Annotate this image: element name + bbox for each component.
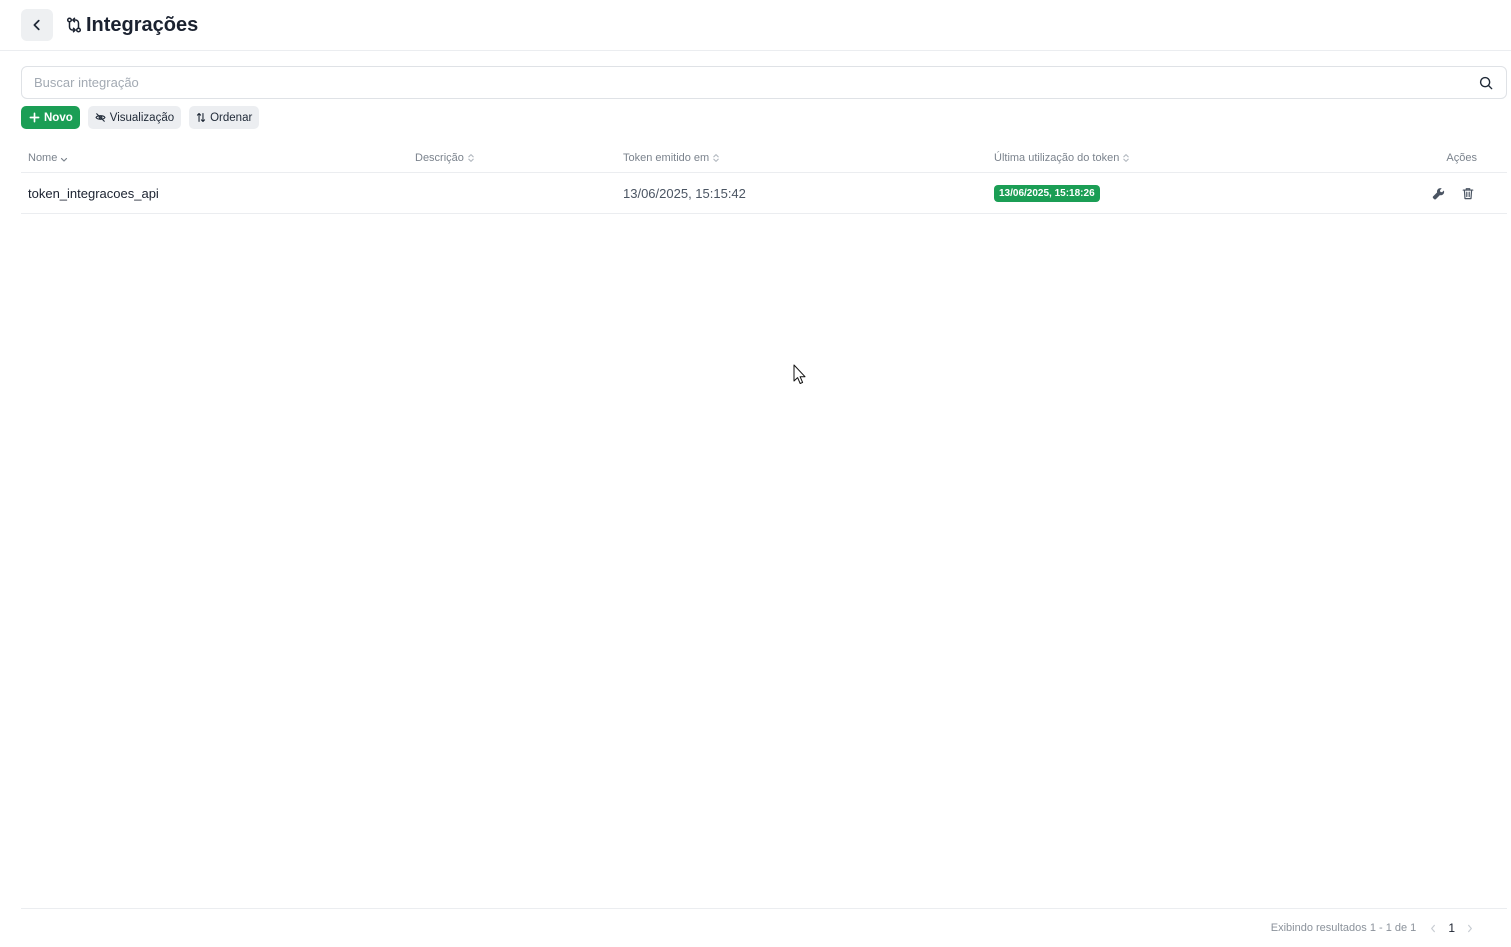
- sort-button-label: Ordenar: [210, 111, 253, 124]
- column-label-issued: Token emitido em: [623, 152, 710, 164]
- pagination: Exibindo resultados 1 - 1 de 1 1: [1271, 921, 1477, 935]
- mouse-cursor: [793, 364, 807, 390]
- sort-both-icon: [1122, 153, 1130, 163]
- cell-last-used: 13/06/2025, 15:18:26: [994, 173, 1100, 214]
- column-header-description[interactable]: Descrição: [415, 152, 475, 164]
- new-button-label: Novo: [44, 111, 73, 124]
- trash-icon: [1462, 188, 1474, 200]
- wrench-icon: [1432, 188, 1444, 200]
- sort-arrows-icon: [196, 112, 206, 123]
- chevron-right-icon: [1468, 924, 1472, 932]
- edit-key-button[interactable]: [1427, 183, 1449, 205]
- back-button[interactable]: [21, 9, 53, 41]
- search-icon: [1479, 76, 1493, 89]
- column-header-issued[interactable]: Token emitido em: [623, 152, 720, 164]
- view-button-label: Visualização: [109, 111, 175, 124]
- search-button[interactable]: [1466, 67, 1506, 98]
- table-footer: Exibindo resultados 1 - 1 de 1 1: [21, 908, 1507, 947]
- last-used-badge: 13/06/2025, 15:18:26: [994, 185, 1100, 202]
- prev-page-button[interactable]: [1426, 924, 1440, 933]
- table-row[interactable]: token_integracoes_api 13/06/2025, 15:15:…: [21, 173, 1507, 214]
- page-header: Integrações: [0, 0, 1511, 51]
- search-input[interactable]: [22, 67, 1466, 98]
- delete-button[interactable]: [1457, 183, 1479, 205]
- toolbar: Novo Visualização Ordenar: [21, 106, 260, 129]
- view-button[interactable]: Visualização: [87, 106, 182, 129]
- cell-name: token_integracoes_api: [28, 186, 159, 201]
- table-header: Nome Descrição Token emitido em Última u…: [21, 145, 1507, 173]
- title-wrap: Integrações: [66, 14, 198, 37]
- integrations-table: Nome Descrição Token emitido em Última u…: [21, 145, 1507, 214]
- column-label-actions: Ações: [1446, 152, 1477, 164]
- eye-off-icon: [95, 112, 106, 123]
- column-header-actions: Ações: [1446, 152, 1477, 164]
- plus-icon: [29, 112, 40, 123]
- sort-both-icon: [467, 153, 475, 163]
- new-button[interactable]: Novo: [21, 106, 80, 129]
- column-label-description: Descrição: [415, 152, 464, 164]
- column-label-name: Nome: [28, 152, 58, 164]
- search-bar: [21, 66, 1507, 99]
- pagination-summary: Exibindo resultados 1 - 1 de 1: [1270, 922, 1417, 934]
- column-header-last-used[interactable]: Última utilização do token: [994, 152, 1130, 164]
- chevron-left-icon: [33, 19, 40, 31]
- column-label-last-used: Última utilização do token: [994, 152, 1120, 164]
- sort-button[interactable]: Ordenar: [189, 106, 260, 129]
- sort-down-icon: [60, 154, 68, 163]
- page-number-current[interactable]: 1: [1448, 921, 1455, 935]
- chevron-left-icon: [1431, 924, 1436, 932]
- page-title: Integrações: [86, 13, 199, 36]
- pointer-cursor-icon: [793, 364, 806, 384]
- sort-both-icon: [712, 153, 720, 163]
- row-actions: [1427, 173, 1479, 214]
- cell-issued: 13/06/2025, 15:15:42: [623, 186, 746, 201]
- next-page-button[interactable]: [1463, 924, 1477, 933]
- git-compare-icon: [66, 17, 82, 33]
- column-header-name[interactable]: Nome: [28, 152, 68, 164]
